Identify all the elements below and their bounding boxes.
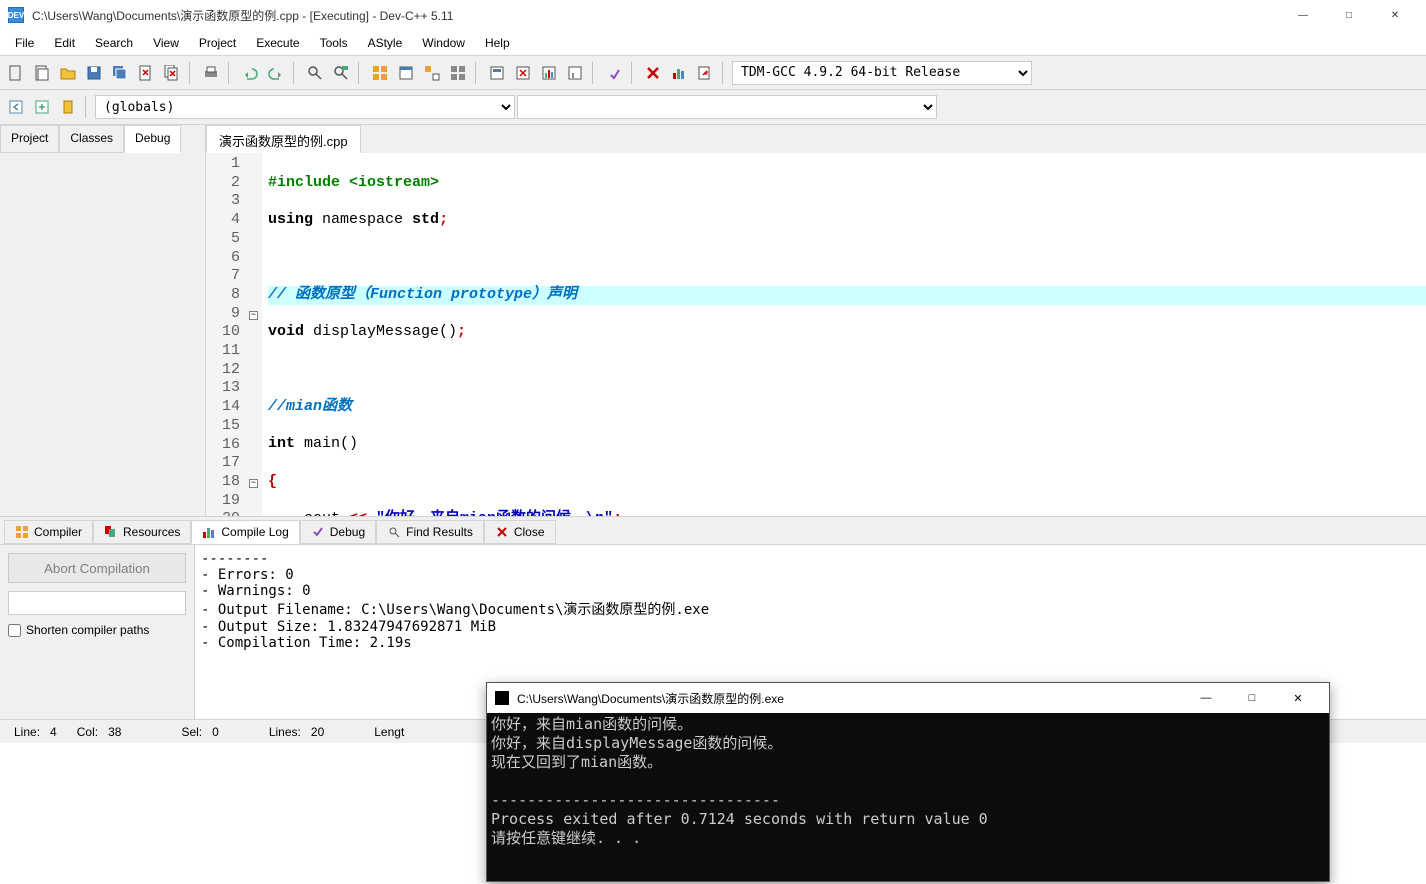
maximize-button[interactable]: □ (1326, 0, 1372, 30)
abort-compilation-button[interactable]: Abort Compilation (8, 553, 186, 583)
tab-find-results[interactable]: Find Results (376, 520, 484, 544)
console-window[interactable]: C:\Users\Wang\Documents\演示函数原型的例.exe — □… (486, 682, 1330, 882)
tab-classes[interactable]: Classes (59, 125, 124, 153)
debug-stop-icon[interactable] (511, 61, 535, 85)
scope-selector[interactable]: (globals) (95, 95, 515, 119)
new-file-icon[interactable] (4, 61, 28, 85)
add-icon[interactable] (30, 95, 54, 119)
window-title: C:\Users\Wang\Documents\演示函数原型的例.cpp - [… (32, 7, 1280, 24)
console-close-button[interactable]: ✕ (1275, 684, 1321, 712)
delete-profile-icon[interactable] (563, 61, 587, 85)
open-icon[interactable] (56, 61, 80, 85)
compile-run-icon[interactable] (420, 61, 444, 85)
title-bar: DEV C:\Users\Wang\Documents\演示函数原型的例.cpp… (0, 0, 1426, 30)
close-all-icon[interactable] (160, 61, 184, 85)
line-gutter: 1234567891011121314151617181920 (206, 153, 248, 516)
app-icon: DEV (8, 7, 24, 23)
bottom-tabs: Compiler Resources Compile Log Debug Fin… (0, 516, 1426, 544)
menu-help[interactable]: Help (475, 33, 520, 53)
menu-file[interactable]: File (5, 33, 44, 53)
compile-icon[interactable] (368, 61, 392, 85)
filter-input[interactable] (8, 591, 186, 615)
shorten-paths-checkbox[interactable]: Shorten compiler paths (8, 623, 186, 637)
tab-resources[interactable]: Resources (93, 520, 191, 544)
console-titlebar[interactable]: C:\Users\Wang\Documents\演示函数原型的例.exe — □… (487, 683, 1329, 713)
main-area: Project Classes Debug 演示函数原型的例.cpp 12345… (0, 125, 1426, 516)
tab-debug[interactable]: Debug (124, 125, 181, 153)
main-toolbar: TDM-GCC 4.9.2 64-bit Release (0, 55, 1426, 90)
grid-icon (15, 525, 29, 539)
menu-window[interactable]: Window (412, 33, 475, 53)
console-title: C:\Users\Wang\Documents\演示函数原型的例.exe (517, 690, 1183, 707)
rebuild-icon[interactable] (446, 61, 470, 85)
editor-tab[interactable]: 演示函数原型的例.cpp (206, 125, 361, 153)
search-icon (387, 525, 401, 539)
bookmark-icon[interactable] (56, 95, 80, 119)
goto-icon[interactable] (693, 61, 717, 85)
find-icon[interactable] (303, 61, 327, 85)
fold-column: − − (248, 153, 262, 516)
menu-edit[interactable]: Edit (44, 33, 85, 53)
menu-astyle[interactable]: AStyle (358, 33, 413, 53)
close-icon (495, 525, 509, 539)
resources-icon (104, 525, 118, 539)
stop-icon[interactable] (641, 61, 665, 85)
print-icon[interactable] (199, 61, 223, 85)
close-file-icon[interactable] (134, 61, 158, 85)
menu-view[interactable]: View (143, 33, 189, 53)
profiling-icon[interactable] (667, 61, 691, 85)
console-maximize-button[interactable]: □ (1229, 684, 1275, 712)
console-minimize-button[interactable]: — (1183, 684, 1229, 712)
fold-icon[interactable]: − (249, 311, 258, 320)
new-project-icon[interactable] (30, 61, 54, 85)
console-icon (495, 691, 509, 705)
tab-close[interactable]: Close (484, 520, 556, 544)
compile-controls: Abort Compilation Shorten compiler paths (0, 545, 195, 719)
redo-icon[interactable] (264, 61, 288, 85)
save-icon[interactable] (82, 61, 106, 85)
check-icon (311, 525, 325, 539)
member-selector[interactable] (517, 95, 937, 119)
minimize-button[interactable]: — (1280, 0, 1326, 30)
back-icon[interactable] (4, 95, 28, 119)
save-all-icon[interactable] (108, 61, 132, 85)
menu-tools[interactable]: Tools (310, 33, 358, 53)
debug-icon[interactable] (602, 61, 626, 85)
fold-icon[interactable]: − (249, 479, 258, 488)
profile-icon[interactable] (537, 61, 561, 85)
chart-icon (202, 525, 216, 539)
tab-compile-log[interactable]: Compile Log (191, 520, 299, 544)
tab-debug-bottom[interactable]: Debug (300, 520, 376, 544)
editor-area: 演示函数原型的例.cpp 123456789101112131415161718… (206, 125, 1426, 516)
tab-compiler[interactable]: Compiler (4, 520, 93, 544)
tab-project[interactable]: Project (0, 125, 59, 153)
undo-icon[interactable] (238, 61, 262, 85)
code-editor[interactable]: 1234567891011121314151617181920 − − #inc… (206, 153, 1426, 516)
run-icon[interactable] (394, 61, 418, 85)
nav-toolbar: (globals) (0, 90, 1426, 125)
code-lines: #include <iostream> using namespace std;… (262, 153, 1426, 516)
debug-run-icon[interactable] (485, 61, 509, 85)
menu-project[interactable]: Project (189, 33, 246, 53)
close-button[interactable]: ✕ (1372, 0, 1418, 30)
console-output: 你好，来自mian函数的问候。 你好，来自displayMessage函数的问候… (487, 713, 1329, 881)
menu-bar: File Edit Search View Project Execute To… (0, 30, 1426, 55)
left-panel: Project Classes Debug (0, 125, 206, 516)
replace-icon[interactable] (329, 61, 353, 85)
menu-execute[interactable]: Execute (246, 33, 309, 53)
compiler-selector[interactable]: TDM-GCC 4.9.2 64-bit Release (732, 61, 1032, 85)
menu-search[interactable]: Search (85, 33, 143, 53)
